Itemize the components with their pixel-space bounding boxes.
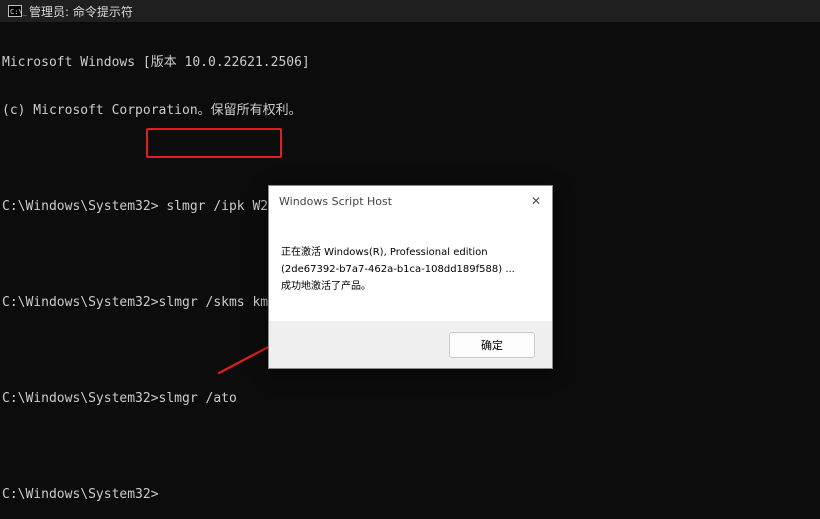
close-icon[interactable]: ✕	[526, 192, 546, 210]
dialog-titlebar: Windows Script Host ✕	[269, 186, 552, 216]
ok-button[interactable]: 确定	[449, 332, 535, 358]
message-line: 正在激活 Windows(R), Professional edition	[281, 247, 488, 258]
window-title: 管理员: 命令提示符	[29, 4, 133, 19]
dialog-message: 正在激活 Windows(R), Professional edition (2…	[281, 244, 543, 295]
script-host-dialog: Windows Script Host ✕ 正在激活 Windows(R), P…	[268, 185, 553, 369]
console-line: C:\Windows\System32>	[2, 487, 159, 502]
dialog-title: Windows Script Host	[279, 194, 393, 208]
window-titlebar: C:\_ 管理员: 命令提示符	[0, 0, 820, 22]
cmd-icon: C:\_	[8, 5, 27, 17]
message-line: (2de67392-b7a7-462a-b1ca-108dd189f588) .…	[281, 264, 515, 275]
console-line: Microsoft Windows [版本 10.0.22621.2506]	[2, 55, 310, 70]
command-highlight-box	[146, 128, 282, 158]
dialog-body: 正在激活 Windows(R), Professional edition (2…	[269, 216, 552, 321]
console-line: C:\Windows\System32>slmgr /ato	[2, 391, 237, 406]
dialog-footer: 确定	[269, 321, 552, 368]
console-line: (c) Microsoft Corporation。保留所有权利。	[2, 103, 302, 118]
message-line: 成功地激活了产品。	[281, 281, 371, 292]
